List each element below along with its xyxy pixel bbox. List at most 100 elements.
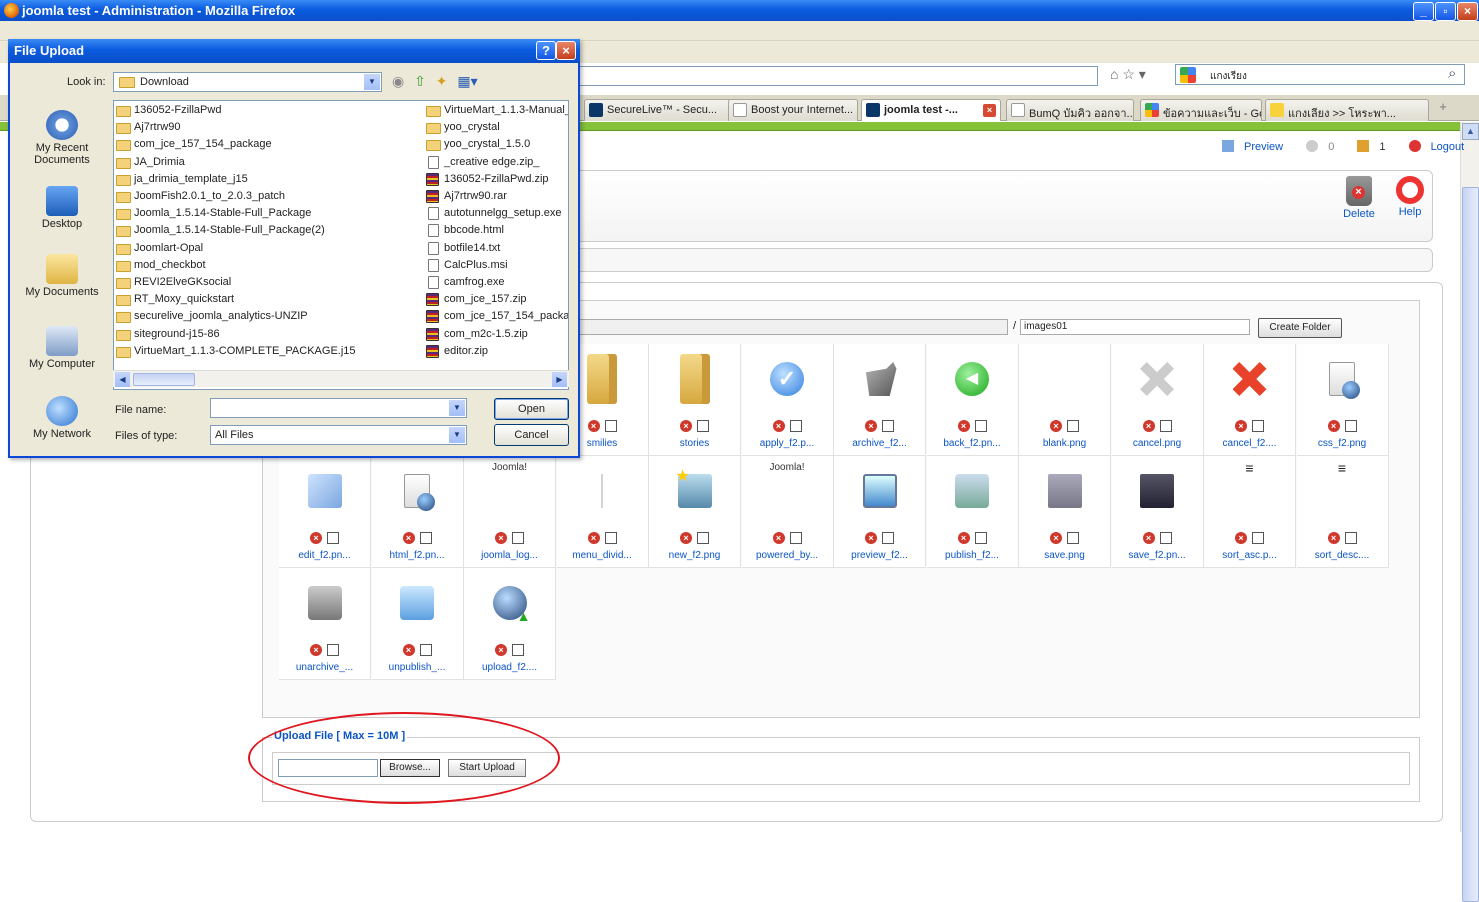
media-item[interactable]: × unpublish_... (371, 568, 464, 680)
monitor-icon[interactable] (862, 474, 897, 508)
select-checkbox[interactable] (974, 420, 987, 433)
delete-icon[interactable]: × (957, 420, 970, 433)
unpub-icon[interactable] (400, 586, 434, 620)
scrollbar-thumb[interactable] (133, 373, 195, 386)
delete-icon[interactable]: × (1327, 420, 1340, 433)
media-item-name[interactable]: unarchive_... (279, 662, 370, 673)
delete-icon[interactable]: × (865, 420, 877, 433)
search-box[interactable]: แกงเรียง (1175, 64, 1465, 85)
media-item-name[interactable]: powered_by... (742, 550, 833, 561)
select-checkbox[interactable] (697, 532, 709, 545)
look-in-select[interactable]: Download ▼ (113, 72, 382, 92)
select-checkbox[interactable] (327, 532, 339, 545)
folder-icon[interactable] (587, 354, 617, 404)
place-desktop[interactable]: Desktop (24, 186, 100, 230)
media-item[interactable]: × blank.png (1019, 344, 1111, 456)
media-item-name[interactable]: preview_f2... (834, 550, 925, 561)
media-item[interactable]: × stories (649, 344, 741, 456)
delete-icon[interactable]: × (1142, 532, 1155, 545)
media-item[interactable]: × new_f2.png (649, 456, 741, 568)
file-list-item[interactable]: com_m2c-1.5.zip (426, 327, 568, 344)
file-list-item[interactable]: siteground-j15-86 (116, 327, 416, 344)
select-checkbox[interactable] (789, 532, 802, 545)
media-item-name[interactable]: archive_f2... (834, 438, 925, 449)
file-list-item[interactable]: bbcode.html (426, 223, 568, 240)
window-close-button[interactable]: × (1457, 2, 1478, 21)
doc-icon[interactable] (1329, 362, 1360, 399)
file-list-item[interactable]: 136052-FzillaPwd.zip (426, 172, 568, 189)
file-list-item[interactable]: com_jce_157_154_packag (426, 309, 568, 326)
file-list-item[interactable]: camfrog.exe (426, 275, 568, 292)
dialog-close-button[interactable]: × (556, 41, 576, 60)
scroll-left-icon[interactable]: ◀ (115, 372, 130, 387)
new-folder-icon[interactable]: ✦ (436, 73, 448, 89)
delete-icon[interactable]: × (1235, 420, 1247, 433)
media-item[interactable]: × archive_f2... (834, 344, 926, 456)
file-list-scrollbar[interactable]: ◀ ▶ (113, 370, 569, 387)
open-button[interactable]: Open (494, 398, 569, 420)
file-list-item[interactable]: ja_drimia_template_j15 (116, 172, 416, 189)
select-checkbox[interactable] (1159, 420, 1172, 433)
unarchive-icon[interactable] (307, 586, 342, 620)
media-item-name[interactable]: cancel.png (1112, 438, 1203, 449)
media-item[interactable]: × edit_f2.pn... (279, 456, 371, 568)
delete-icon[interactable]: × (587, 420, 600, 433)
media-item[interactable]: × cancel_f2.... (1204, 344, 1296, 456)
tab-boost[interactable]: Boost your Internet... (728, 99, 858, 121)
scroll-up-icon[interactable]: ▲ (1462, 123, 1479, 140)
new-tab-button[interactable]: + (1432, 99, 1454, 119)
select-checkbox[interactable] (327, 644, 339, 657)
file-list-item[interactable]: Joomla_1.5.14-Stable-Full_Package (116, 206, 416, 223)
select-checkbox[interactable] (419, 644, 432, 657)
media-item-name[interactable]: menu_divid... (557, 550, 648, 561)
select-checkbox[interactable] (512, 644, 524, 657)
media-item-name[interactable]: sort_desc.... (1297, 550, 1388, 561)
view-menu-icon[interactable]: ▦▾ (457, 73, 477, 89)
file-list-item[interactable]: mod_checkbot (116, 258, 416, 275)
back-icon[interactable]: ◉ (392, 73, 404, 89)
file-list-item[interactable]: VirtueMart_1.1.3-Manual_ (426, 103, 568, 120)
back-icon[interactable] (955, 362, 989, 396)
media-item-name[interactable]: apply_f2.p... (742, 438, 833, 449)
media-item-name[interactable]: html_f2.pn... (372, 550, 463, 561)
media-item[interactable]: × apply_f2.p... (741, 344, 834, 456)
media-item-name[interactable]: joomla_log... (464, 550, 555, 561)
file-list-item[interactable]: 136052-FzillaPwd (116, 103, 416, 120)
tab-kaeng-liang[interactable]: แกงเลียง >> โหระพา... (1265, 99, 1429, 121)
delete-icon[interactable]: × (310, 644, 322, 657)
media-item-name[interactable]: publish_f2... (927, 550, 1018, 561)
place-my-recent-documents[interactable]: My Recent Documents (24, 110, 100, 166)
select-checkbox[interactable] (882, 532, 894, 545)
file-list-item[interactable]: JoomFish2.0.1_to_2.0.3_patch (116, 189, 416, 206)
file-list-item[interactable]: CalcPlus.msi (426, 258, 568, 275)
sort-asc-icon[interactable]: ≡ (1244, 460, 1256, 476)
file-list-item[interactable]: yoo_crystal_1.5.0 (426, 137, 568, 154)
delete-icon[interactable]: × (587, 532, 600, 545)
file-list-item[interactable]: RT_Moxy_quickstart (116, 292, 416, 309)
delete-icon[interactable]: × (310, 532, 322, 545)
joomla-icon[interactable]: Joomla! (757, 462, 817, 476)
file-list-item[interactable]: Aj7rtrw90.rar (426, 189, 568, 206)
scroll-right-icon[interactable]: ▶ (552, 372, 567, 387)
tab-google[interactable]: ข้อความและเว็บ - Go... (1140, 99, 1262, 121)
media-item-name[interactable]: save.png (1019, 550, 1110, 561)
search-icon[interactable]: ⌕ (1448, 65, 1456, 82)
media-item[interactable]: Joomla! × powered_by... (741, 456, 834, 568)
chevron-down-icon[interactable]: ▼ (449, 400, 465, 416)
blank-icon[interactable] (1048, 362, 1082, 396)
select-checkbox[interactable] (1252, 532, 1264, 545)
file-list-item[interactable]: securelive_joomla_analytics-UNZIP (116, 309, 416, 326)
media-item-name[interactable]: cancel_f2.... (1204, 438, 1295, 449)
select-checkbox[interactable] (697, 420, 709, 433)
file-list-item[interactable]: Joomlart-Opal (116, 241, 416, 258)
media-item[interactable]: × back_f2.pn... (926, 344, 1019, 456)
up-folder-icon[interactable]: ⇧ (414, 73, 426, 89)
folder-name-input[interactable]: images01 (1020, 319, 1250, 335)
archive-icon[interactable] (865, 362, 897, 396)
help-button[interactable]: Help (1388, 176, 1432, 218)
preview-link[interactable]: Preview (1222, 140, 1293, 153)
maximize-button[interactable]: ▫ (1435, 2, 1456, 21)
file-name-input[interactable]: ▼ (210, 398, 467, 418)
files-of-type-select[interactable]: All Files ▼ (210, 425, 467, 445)
delete-icon[interactable]: × (680, 532, 692, 545)
